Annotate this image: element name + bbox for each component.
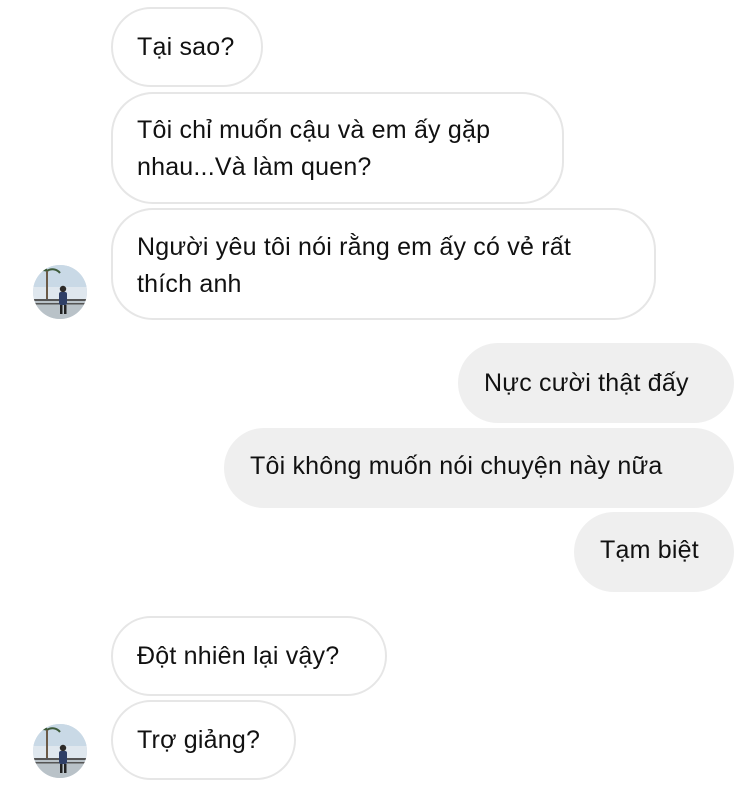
message-text-line: Tôi chỉ muốn cậu và em ấy gặp: [137, 116, 491, 144]
message-text: Tạm biệt: [600, 536, 699, 564]
message-text: Nực cười thật đấy: [484, 369, 689, 397]
message-text-line: Người yêu tôi nói rằng em ấy có vẻ rất: [137, 233, 571, 261]
incoming-message[interactable]: Tại sao?: [111, 7, 263, 87]
message-text: Đột nhiên lại vậy?: [137, 642, 340, 670]
message-text-line: thích anh: [137, 270, 242, 298]
incoming-message[interactable]: Tôi chỉ muốn cậu và em ấy gặp nhau...Và …: [111, 92, 564, 204]
incoming-message[interactable]: Đột nhiên lại vậy?: [111, 616, 387, 696]
incoming-message[interactable]: Người yêu tôi nói rằng em ấy có vẻ rất t…: [111, 208, 656, 320]
outgoing-message[interactable]: Tôi không muốn nói chuyện này nữa: [224, 428, 734, 508]
outgoing-message[interactable]: Tạm biệt: [574, 512, 734, 592]
message-text: Trợ giảng?: [137, 726, 261, 754]
incoming-message[interactable]: Trợ giảng?: [111, 700, 296, 780]
message-text-line: nhau...Và làm quen?: [137, 153, 372, 181]
avatar-photo-icon[interactable]: [33, 265, 87, 319]
outgoing-message[interactable]: Nực cười thật đấy: [458, 343, 734, 423]
message-text: Tại sao?: [137, 33, 235, 61]
message-text: Tôi không muốn nói chuyện này nữa: [250, 452, 663, 480]
avatar-photo-icon[interactable]: [33, 724, 87, 778]
